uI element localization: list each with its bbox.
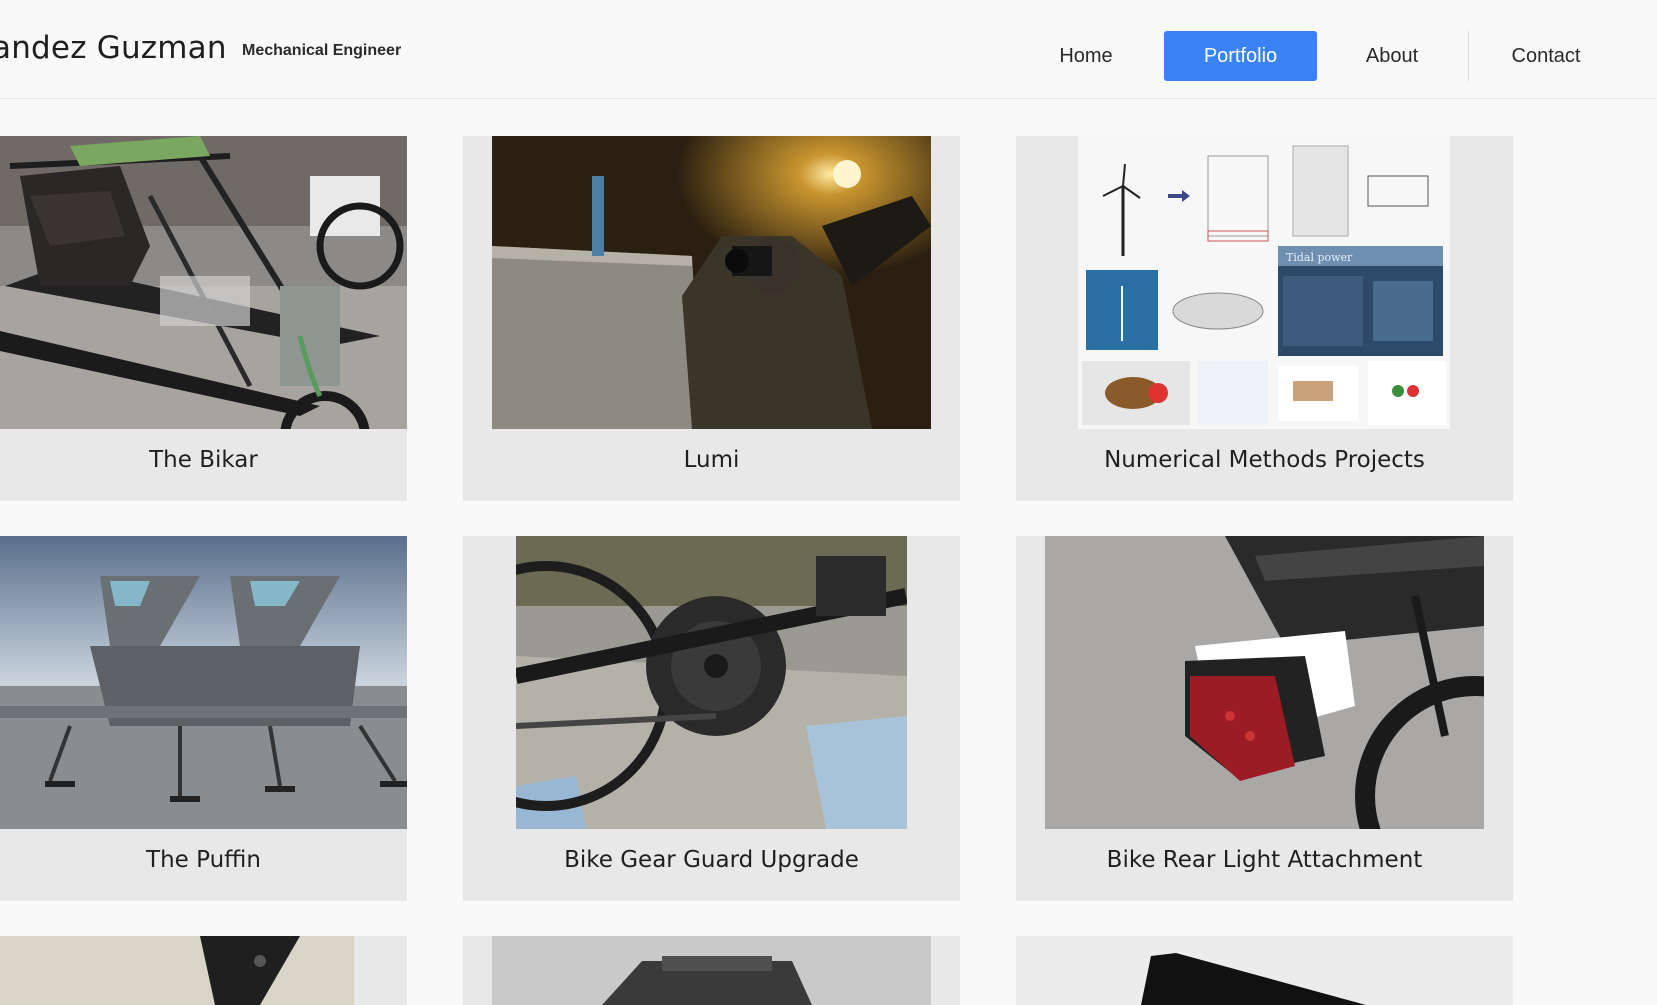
portfolio-card-title: Bike Gear Guard Upgrade (564, 847, 859, 873)
portfolio-card-lumi[interactable]: Lumi (463, 136, 960, 501)
portfolio-card-partial-2[interactable] (463, 936, 960, 1005)
aircraft-render (0, 536, 407, 829)
portfolio-card-title: Numerical Methods Projects (1104, 447, 1425, 473)
portfolio-card-partial-3[interactable] (1016, 936, 1513, 1005)
site-subtitle: Mechanical Engineer (242, 42, 402, 59)
tidal-power-label: Tidal power (1286, 251, 1353, 264)
photographer-night-photo (492, 136, 931, 429)
nav-contact-link[interactable]: Contact (1494, 31, 1598, 81)
portfolio-card-bike-rear-light[interactable]: Bike Rear Light Attachment (1016, 536, 1513, 901)
portfolio-card-title: The Bikar (149, 447, 258, 473)
portfolio-card-numerical-methods[interactable]: Tidal power Numerical Methods Projects (1016, 136, 1513, 501)
bike-rear-light-photo (1045, 536, 1484, 829)
nav-divider (1468, 31, 1469, 81)
go-kart-frame-photo (0, 136, 407, 429)
portfolio-card-title: Bike Rear Light Attachment (1106, 847, 1423, 873)
portfolio-card-partial-1[interactable] (0, 936, 407, 1005)
partial-photo (0, 936, 354, 1005)
portfolio-card-puffin[interactable]: The Puffin (0, 536, 407, 901)
wind-tidal-power-collage: Tidal power (1078, 136, 1450, 429)
portfolio-card-bikar[interactable]: The Bikar (0, 136, 407, 501)
partial-photo (492, 936, 931, 1005)
bike-chainring-guard-photo (516, 536, 907, 829)
portfolio-card-title: The Puffin (146, 847, 261, 873)
site-title[interactable]: andez Guzman (0, 30, 227, 66)
nav-portfolio-link[interactable]: Portfolio (1164, 31, 1317, 81)
portfolio-card-title: Lumi (683, 447, 740, 473)
nav-home-link[interactable]: Home (1041, 31, 1131, 81)
partial-photo (1016, 936, 1513, 1005)
site-header: andez Guzman Mechanical Engineer Home Po… (0, 0, 1657, 99)
portfolio-card-bike-gear-guard[interactable]: Bike Gear Guard Upgrade (463, 536, 960, 901)
nav-about-link[interactable]: About (1345, 31, 1439, 81)
